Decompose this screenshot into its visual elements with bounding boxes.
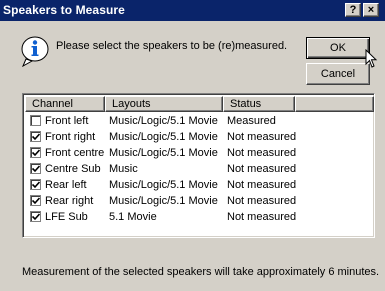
layouts-cell: Music/Logic/5.1 Movie xyxy=(109,147,218,159)
channel-cell: Rear right xyxy=(45,195,94,207)
layouts-cell: Music/Logic/5.1 Movie xyxy=(109,131,218,143)
list-header: Channel Layouts Status xyxy=(25,96,374,112)
prompt-text: Please select the speakers to be (re)mea… xyxy=(56,40,288,52)
mouse-cursor-icon xyxy=(365,49,378,68)
checkbox-rear-right[interactable] xyxy=(30,195,41,206)
window-title: Speakers to Measure xyxy=(3,3,125,17)
list-item[interactable]: Rear right Music/Logic/5.1 Movie Not mea… xyxy=(25,193,372,209)
column-header-status[interactable]: Status xyxy=(223,96,295,112)
channel-cell: Front centre xyxy=(45,147,105,159)
list-item[interactable]: Front left Music/Logic/5.1 Movie Measure… xyxy=(25,113,372,129)
footer-text: Measurement of the selected speakers wil… xyxy=(22,266,380,278)
column-header-channel[interactable]: Channel xyxy=(25,96,105,112)
checkbox-front-right[interactable] xyxy=(30,131,41,142)
check-icon xyxy=(32,149,40,157)
check-icon xyxy=(32,197,40,205)
checkbox-front-centre[interactable] xyxy=(30,147,41,158)
ok-button[interactable]: OK xyxy=(306,37,370,59)
checkbox-front-left[interactable] xyxy=(30,115,41,126)
speaker-list[interactable]: Channel Layouts Status Front left Music/… xyxy=(22,93,375,238)
status-cell: Not measured xyxy=(227,211,297,223)
list-item[interactable]: Rear left Music/Logic/5.1 Movie Not meas… xyxy=(25,177,372,193)
layouts-cell: 5.1 Movie xyxy=(109,211,157,223)
list-item[interactable]: Front right Music/Logic/5.1 Movie Not me… xyxy=(25,129,372,145)
status-cell: Not measured xyxy=(227,195,297,207)
status-cell: Not measured xyxy=(227,179,297,191)
column-header-empty xyxy=(295,96,374,112)
layouts-cell: Music/Logic/5.1 Movie xyxy=(109,115,218,127)
list-item[interactable]: Centre Sub Music Not measured xyxy=(25,161,372,177)
check-icon xyxy=(32,213,40,221)
channel-cell: LFE Sub xyxy=(45,211,88,223)
status-cell: Not measured xyxy=(227,147,297,159)
list-rows: Front left Music/Logic/5.1 Movie Measure… xyxy=(25,113,372,225)
status-cell: Not measured xyxy=(227,163,297,175)
channel-cell: Rear left xyxy=(45,179,87,191)
check-icon xyxy=(32,165,40,173)
check-icon xyxy=(32,181,40,189)
checkbox-lfe-sub[interactable] xyxy=(30,211,41,222)
status-cell: Not measured xyxy=(227,131,297,143)
channel-cell: Front right xyxy=(45,131,96,143)
help-button[interactable]: ? xyxy=(345,3,361,17)
checkbox-rear-left[interactable] xyxy=(30,179,41,190)
layouts-cell: Music/Logic/5.1 Movie xyxy=(109,179,218,191)
check-icon xyxy=(32,133,40,141)
channel-cell: Front left xyxy=(45,115,89,127)
status-cell: Measured xyxy=(227,115,276,127)
cancel-button[interactable]: Cancel xyxy=(306,63,370,85)
list-item[interactable]: Front centre Music/Logic/5.1 Movie Not m… xyxy=(25,145,372,161)
column-header-layouts[interactable]: Layouts xyxy=(105,96,223,112)
checkbox-centre-sub[interactable] xyxy=(30,163,41,174)
layouts-cell: Music/Logic/5.1 Movie xyxy=(109,195,218,207)
close-button[interactable]: × xyxy=(363,3,379,17)
layouts-cell: Music xyxy=(109,163,138,175)
channel-cell: Centre Sub xyxy=(45,163,101,175)
info-icon xyxy=(21,36,49,67)
list-item[interactable]: LFE Sub 5.1 Movie Not measured xyxy=(25,209,372,225)
title-bar: Speakers to Measure ? × xyxy=(0,0,385,21)
